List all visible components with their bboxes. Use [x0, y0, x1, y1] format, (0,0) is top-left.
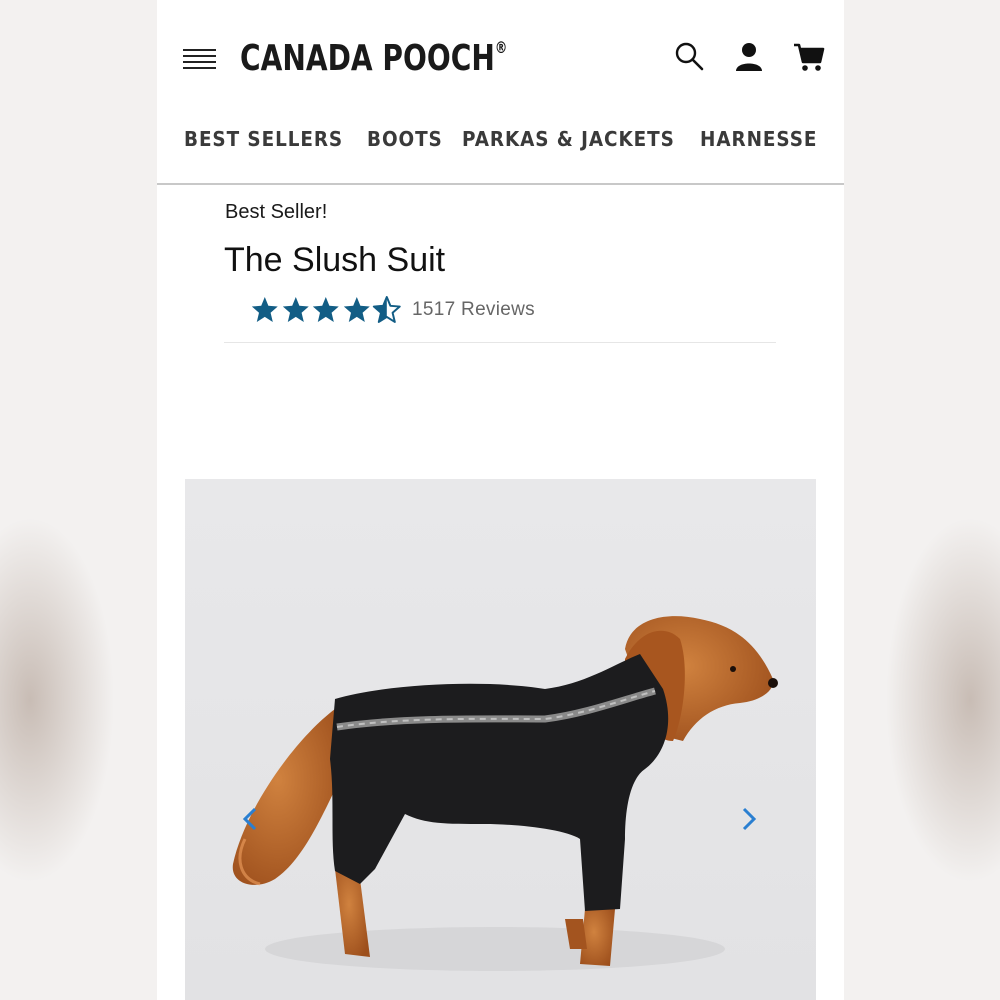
rating-divider — [224, 342, 776, 343]
category-nav: BEST SELLERS BOOTS PARKAS & JACKETS HARN… — [157, 118, 844, 162]
header-divider — [157, 183, 844, 185]
rating-stars — [250, 295, 403, 325]
menu-icon[interactable] — [183, 47, 216, 73]
star-icon — [282, 297, 309, 322]
chevron-left-icon[interactable] — [237, 801, 263, 837]
star-icon — [251, 297, 278, 322]
cart-icon[interactable] — [792, 40, 826, 74]
account-icon[interactable] — [732, 40, 766, 74]
product-photo-dog-in-suit — [232, 616, 778, 971]
mobile-page: CANADA POOCH® BEST SELLERS BOOTS PARKAS … — [157, 0, 844, 1000]
star-icon — [313, 297, 339, 322]
product-rating[interactable]: 1517 Reviews — [250, 294, 535, 326]
best-seller-badge: Best Seller! — [225, 201, 328, 223]
nav-parkas-jackets[interactable]: PARKAS & JACKETS — [462, 127, 675, 151]
registered-mark: ® — [494, 38, 508, 57]
nav-boots[interactable]: BOOTS — [367, 127, 443, 151]
nav-best-sellers[interactable]: BEST SELLERS — [184, 127, 343, 151]
brand-name: CANADA POOCH — [240, 38, 495, 79]
product-image-carousel[interactable] — [185, 479, 816, 1000]
site-header: CANADA POOCH® — [157, 0, 844, 110]
search-icon[interactable] — [673, 40, 707, 74]
reviews-link[interactable]: 1517 Reviews — [412, 299, 535, 321]
star-icon — [343, 297, 370, 322]
star-half-icon — [373, 296, 402, 323]
product-title: The Slush Suit — [224, 241, 446, 279]
brand-logo[interactable]: CANADA POOCH® — [240, 38, 507, 79]
chevron-right-icon[interactable] — [736, 801, 762, 837]
nav-harnesses[interactable]: HARNESSE — [700, 127, 817, 151]
